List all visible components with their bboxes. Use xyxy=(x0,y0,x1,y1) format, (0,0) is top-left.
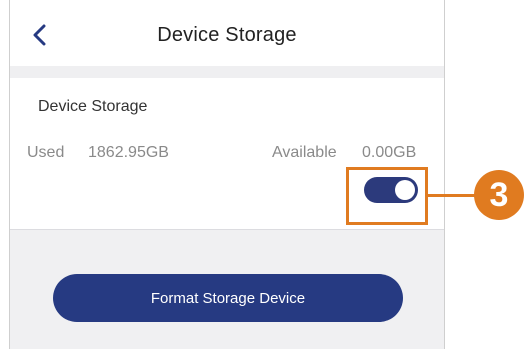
callout-number-badge: 3 xyxy=(474,170,524,220)
page-title: Device Storage xyxy=(157,24,297,46)
format-storage-button[interactable]: Format Storage Device xyxy=(53,274,403,322)
used-label: Used xyxy=(27,144,65,161)
callout-line xyxy=(428,194,475,197)
actions-area: Format Storage Device xyxy=(10,230,444,349)
callout-highlight-box xyxy=(346,167,428,225)
header-bar: Device Storage xyxy=(10,0,444,66)
section-title: Device Storage xyxy=(38,98,148,115)
section-divider xyxy=(10,66,444,78)
used-value: 1862.95GB xyxy=(88,144,169,161)
available-value: 0.00GB xyxy=(362,144,417,161)
available-label: Available xyxy=(272,144,337,161)
